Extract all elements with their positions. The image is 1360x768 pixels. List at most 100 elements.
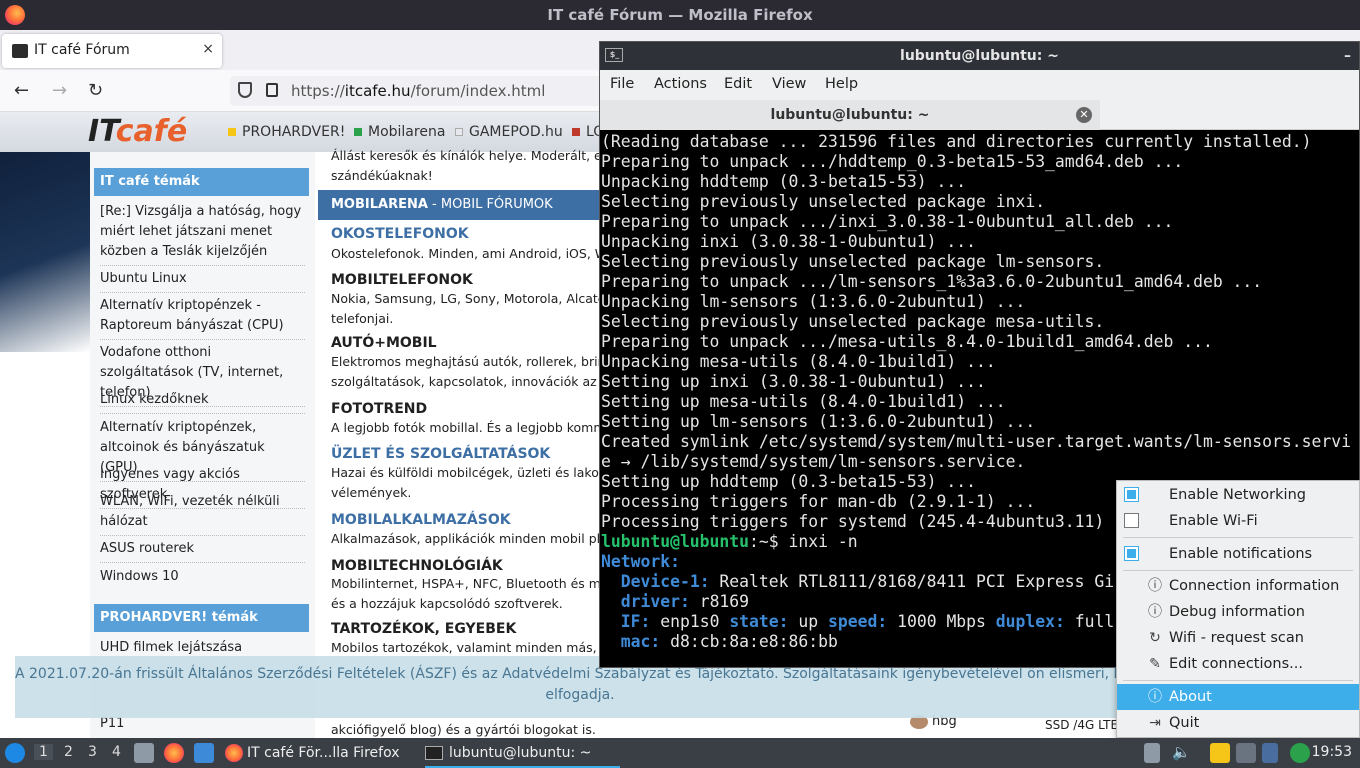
terminal-tabbar: lubuntu@lubuntu: ~ ✕ (600, 100, 1359, 130)
category-desc: Elektromos meghajtású autók, rollerek, b… (331, 354, 601, 369)
intro-text: Állást keresők és kínálók helye. Moderál… (331, 148, 601, 163)
sidebar-item[interactable]: WLAN, WiFi, vezeték nélküli hálózat (100, 492, 305, 536)
url-bar[interactable]: https://itcafe.hu/forum/index.html (230, 76, 650, 106)
back-arrow-icon[interactable]: ← (14, 80, 29, 101)
task-firefox[interactable]: IT café För...lla Firefox (225, 738, 420, 768)
category-title[interactable]: ÜZLET ÉS SZOLGÁLTATÁSOK (331, 446, 550, 462)
firefox-logo-icon (5, 5, 25, 25)
close-tab-icon[interactable]: ✕ (1076, 107, 1092, 123)
desktop-icon[interactable] (194, 743, 214, 763)
mac-label: mac: (620, 632, 661, 651)
refresh-icon: ↻ (1149, 630, 1161, 646)
taskbar: 1 2 3 4 IT café För...lla Firefox lubunt… (0, 738, 1360, 768)
sidebar-item[interactable]: ASUS routerek (100, 539, 305, 563)
menu-debug-information[interactable]: ⓘ Debug information (1117, 599, 1359, 625)
menu-view[interactable]: View (772, 76, 806, 92)
category-title[interactable]: TARTOZÉKOK, EGYEBEK (331, 621, 516, 637)
clipboard-icon[interactable] (1210, 743, 1230, 763)
menu-actions[interactable]: Actions (654, 76, 707, 92)
square-icon (354, 128, 362, 136)
link-label: Mobilarena (368, 124, 446, 140)
tracking-shield-icon[interactable] (238, 82, 252, 98)
info-icon: ⓘ (1148, 689, 1162, 705)
intro-text: szándékúaknak! (331, 168, 433, 183)
task-terminal[interactable]: lubuntu@lubuntu: ~ (425, 738, 620, 768)
volume-icon[interactable]: 🔈 (1172, 743, 1191, 761)
category-title[interactable]: OKOSTELEFONOK (331, 226, 469, 242)
section-header-rest: - MOBIL FÓRUMOK (427, 197, 553, 212)
lubuntu-menu-icon[interactable] (5, 743, 25, 763)
network-label: Network: (601, 552, 680, 571)
display-icon[interactable] (1236, 743, 1256, 763)
if-value: enp1s0 (650, 612, 730, 631)
workspace-1[interactable]: 1 (34, 744, 53, 760)
browser-tab[interactable]: IT café Fórum × (2, 34, 222, 68)
category-title[interactable]: FOTOTREND (331, 401, 427, 417)
link-label: GAMEPOD.hu (469, 124, 563, 140)
menu-about[interactable]: ⓘ About (1117, 684, 1359, 710)
checkbox-unchecked-icon[interactable] (1124, 513, 1139, 528)
sidebar-item[interactable]: Alternatív kriptopénzek - Raptoreum bány… (100, 296, 305, 340)
forward-arrow-icon[interactable]: → (52, 80, 67, 101)
info-icon: ⓘ (1148, 604, 1162, 620)
sidebar-item[interactable]: Windows 10 (100, 567, 305, 590)
minimize-icon[interactable]: – (1344, 42, 1351, 70)
firefox-titlebar: IT café Fórum — Mozilla Firefox (0, 0, 1360, 30)
menu-enable-wifi[interactable]: Enable Wi-Fi (1117, 508, 1359, 534)
workspace-4[interactable]: 4 (112, 744, 121, 760)
prompt-user: lubuntu@lubuntu (601, 532, 750, 551)
network-manager-icon[interactable] (1290, 743, 1310, 763)
sidebar-item[interactable]: Ubuntu Linux (100, 269, 305, 293)
itcafe-logo[interactable]: ITcafé (88, 114, 187, 149)
terminal-line: Setting up lm-sensors (1:3.6.0-2ubuntu1)… (601, 412, 1036, 431)
menu-edit[interactable]: Edit (724, 76, 752, 92)
menu-label: Enable notifications (1169, 546, 1313, 562)
link-mobilarena[interactable]: Mobilarena (354, 124, 445, 140)
menu-help[interactable]: Help (825, 76, 858, 92)
menu-label: Wifi - request scan (1169, 630, 1304, 646)
file-manager-icon[interactable] (134, 743, 154, 763)
workspace-2[interactable]: 2 (64, 744, 73, 760)
reload-icon[interactable]: ↻ (88, 80, 103, 101)
category-title[interactable]: AUTÓ+MOBIL (331, 335, 437, 351)
usb-icon[interactable] (1144, 743, 1160, 763)
category-desc: Mobilos tartozékok, valamint minden más,… (331, 640, 601, 655)
menu-file[interactable]: File (610, 76, 634, 92)
lock-icon[interactable] (266, 83, 278, 97)
link-prohardver[interactable]: PROHARDVER! (228, 124, 345, 140)
duplex-label: duplex: (995, 612, 1065, 631)
menu-connection-information[interactable]: ⓘ Connection information (1117, 573, 1359, 599)
menu-quit[interactable]: ⇥ Quit (1117, 710, 1359, 736)
speed-label: speed: (828, 612, 888, 631)
menu-enable-notifications[interactable]: Enable notifications (1117, 541, 1359, 567)
workspace-3[interactable]: 3 (88, 744, 97, 760)
clock[interactable]: 19:53 (1312, 744, 1352, 760)
menu-edit-connections[interactable]: ✎ Edit connections... (1117, 651, 1359, 677)
terminal-line: Preparing to unpack .../hddtemp_0.3-beta… (601, 152, 1184, 171)
terminal-tab[interactable]: lubuntu@lubuntu: ~ ✕ (600, 100, 1100, 130)
menu-wifi-request-scan[interactable]: ↻ Wifi - request scan (1117, 625, 1359, 651)
state-label: state: (729, 612, 789, 631)
window-title: IT café Fórum — Mozilla Firefox (547, 6, 813, 24)
sidebar-item[interactable]: Linux kezdőknek (100, 390, 305, 414)
category-desc: és a hozzájuk kapcsolódó szoftverek. (331, 596, 563, 611)
link-gamepod[interactable]: GAMEPOD.hu (455, 124, 563, 140)
category-title[interactable]: MOBILTECHNOLÓGIÁK (331, 558, 503, 574)
terminal-line: Unpacking inxi (3.0.38-1-0ubuntu1) ... (601, 232, 976, 251)
bottom-right-text: SSD /4G LTE (1045, 718, 1119, 732)
state-value: up (788, 612, 829, 631)
checkbox-checked-icon[interactable] (1124, 487, 1139, 502)
category-title[interactable]: MOBILALKALMAZÁSOK (331, 512, 511, 528)
sidebar-heading-itcafe: IT café témák (94, 168, 309, 196)
sidebar-item[interactable]: [Re:] Vizsgálja a hatóság, hogy miért le… (100, 202, 305, 266)
firefox-launcher-icon[interactable] (164, 743, 184, 763)
firefox-task-icon (225, 744, 243, 762)
menu-label: Edit connections... (1169, 656, 1303, 672)
terminal-line: Selecting previously unselected package … (601, 252, 1105, 271)
close-tab-icon[interactable]: × (202, 41, 214, 57)
update-notifier-icon[interactable] (1262, 743, 1278, 763)
sidebar: IT café témák [Re:] Vizsgálja a hatóság,… (90, 152, 315, 738)
checkbox-checked-icon[interactable] (1124, 546, 1139, 561)
category-title[interactable]: MOBILTELEFONOK (331, 272, 473, 288)
menu-enable-networking[interactable]: Enable Networking (1117, 482, 1359, 508)
